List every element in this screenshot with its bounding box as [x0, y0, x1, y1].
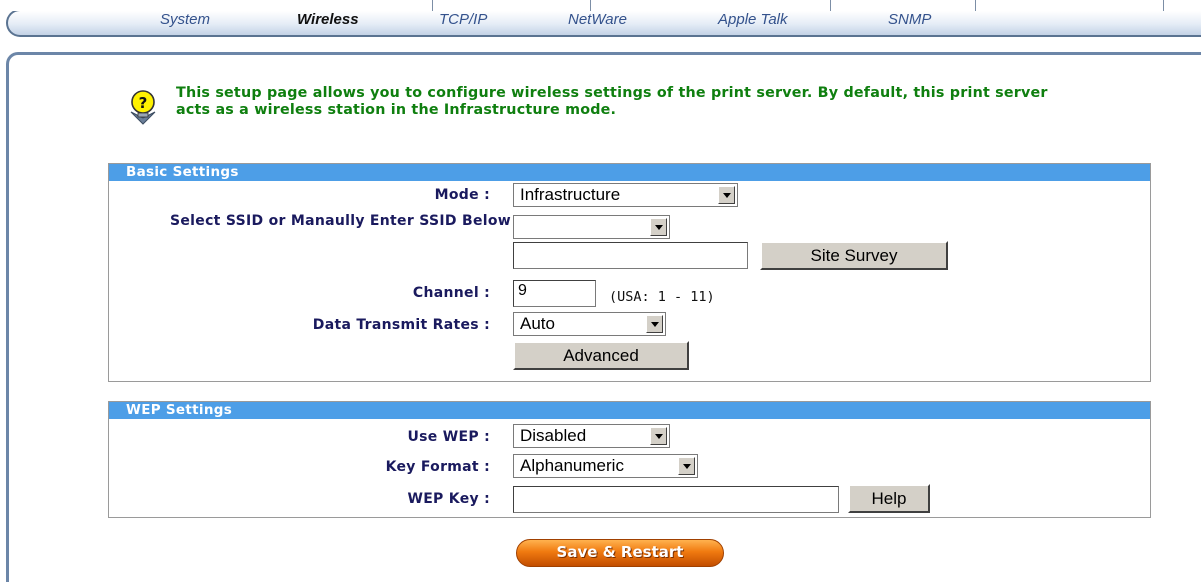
intro-text: This setup page allows you to configure …	[176, 85, 1048, 118]
tab-separator	[432, 0, 433, 11]
nav-bar-top	[6, 0, 1201, 11]
key-format-select[interactable]: Alphanumeric	[513, 454, 698, 478]
wep-key-input[interactable]	[513, 486, 839, 513]
svg-text:?: ?	[139, 94, 148, 112]
site-survey-button[interactable]: Site Survey	[760, 241, 948, 270]
use-wep-value: Disabled	[520, 426, 587, 445]
use-wep-label: Use WEP :	[407, 429, 490, 445]
tab-apple-talk[interactable]: Apple Talk	[718, 11, 788, 28]
advanced-button[interactable]: Advanced	[513, 341, 689, 370]
ssid-input[interactable]	[513, 242, 748, 269]
key-format-label: Key Format :	[385, 459, 490, 475]
tab-snmp[interactable]: SNMP	[888, 11, 931, 28]
channel-label: Channel :	[412, 285, 490, 301]
tab-tcpip[interactable]: TCP/IP	[439, 11, 487, 28]
use-wep-select[interactable]: Disabled	[513, 424, 670, 448]
data-rate-label: Data Transmit Rates :	[312, 317, 490, 333]
tab-separator	[590, 0, 591, 11]
tab-system[interactable]: System	[160, 11, 210, 28]
mode-select[interactable]: Infrastructure	[513, 183, 738, 207]
ssid-label: Select SSID or Manaully Enter SSID Below…	[170, 213, 523, 229]
basic-settings-header: Basic Settings	[109, 164, 1150, 181]
chevron-down-icon[interactable]	[718, 186, 735, 204]
chevron-down-icon[interactable]	[678, 457, 695, 475]
chevron-down-icon[interactable]	[646, 315, 663, 333]
data-rate-value: Auto	[520, 314, 555, 333]
mode-label: Mode :	[434, 187, 490, 203]
channel-hint: (USA: 1 - 11)	[609, 289, 715, 305]
data-rate-select[interactable]: Auto	[513, 312, 666, 336]
channel-input[interactable]: 9	[513, 280, 596, 307]
chevron-down-icon[interactable]	[650, 427, 667, 445]
key-format-value: Alphanumeric	[520, 456, 624, 475]
mode-value: Infrastructure	[520, 185, 621, 204]
save-restart-button[interactable]: Save & Restart	[516, 539, 724, 567]
tab-separator	[1163, 0, 1164, 11]
wep-settings-header: WEP Settings	[109, 402, 1150, 419]
ssid-select[interactable]	[513, 215, 670, 239]
chevron-down-icon[interactable]	[650, 218, 667, 236]
tab-separator	[830, 0, 831, 11]
tab-separator	[975, 0, 976, 11]
wep-key-label: WEP Key :	[407, 491, 490, 507]
tab-wireless[interactable]: Wireless	[297, 11, 359, 28]
bulb-info-icon: ?	[128, 88, 158, 126]
tab-netware[interactable]: NetWare	[568, 11, 627, 28]
help-button[interactable]: Help	[848, 484, 930, 513]
